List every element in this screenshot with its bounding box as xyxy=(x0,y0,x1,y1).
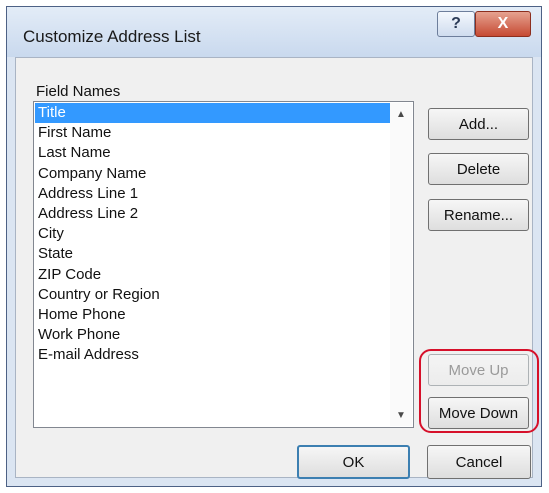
list-item[interactable]: Title xyxy=(35,103,390,124)
list-item[interactable]: Home Phone xyxy=(35,305,390,325)
cancel-button[interactable]: Cancel xyxy=(427,445,531,479)
ok-button[interactable]: OK xyxy=(297,445,410,479)
close-button[interactable]: X xyxy=(475,11,531,37)
add-button[interactable]: Add... xyxy=(428,108,529,140)
move-up-button[interactable]: Move Up xyxy=(428,354,529,386)
field-names-label: Field Names xyxy=(36,83,121,100)
list-item[interactable]: Last Name xyxy=(35,143,390,163)
dialog-title: Customize Address List xyxy=(23,27,201,46)
list-item[interactable]: Work Phone xyxy=(35,325,390,345)
move-down-button[interactable]: Move Down xyxy=(428,397,529,429)
title-bar: Customize Address List ? X xyxy=(7,7,541,57)
list-item[interactable]: Address Line 2 xyxy=(35,204,390,224)
dialog-body: Field Names Title First Name Last Name Comp… xyxy=(15,57,539,479)
rename-button[interactable]: Rename... xyxy=(428,199,529,231)
list-item[interactable]: First Name xyxy=(35,123,390,143)
scroll-down-icon[interactable]: ▼ xyxy=(390,406,412,424)
list-item[interactable]: Address Line 1 xyxy=(35,184,390,204)
field-names-listbox[interactable]: Title First Name Last Name Company Name Addr… xyxy=(33,101,414,428)
customize-address-list-dialog: Customize Address List ? X Field Names T… xyxy=(6,6,542,487)
list-item[interactable]: Company Name xyxy=(35,164,390,184)
delete-button[interactable]: Delete xyxy=(428,153,529,185)
list-item[interactable]: Country or Region xyxy=(35,285,390,305)
list-item[interactable]: ZIP Code xyxy=(35,265,390,285)
field-list: Title First Name Last Name Company Name Addr… xyxy=(35,103,390,365)
list-item[interactable]: E-mail Address xyxy=(35,345,390,365)
help-button[interactable]: ? xyxy=(437,11,475,37)
list-item[interactable]: City xyxy=(35,224,390,244)
vertical-scrollbar[interactable]: ▲ ▼ xyxy=(390,103,412,426)
list-item[interactable]: State xyxy=(35,244,390,264)
scroll-up-icon[interactable]: ▲ xyxy=(390,105,412,123)
